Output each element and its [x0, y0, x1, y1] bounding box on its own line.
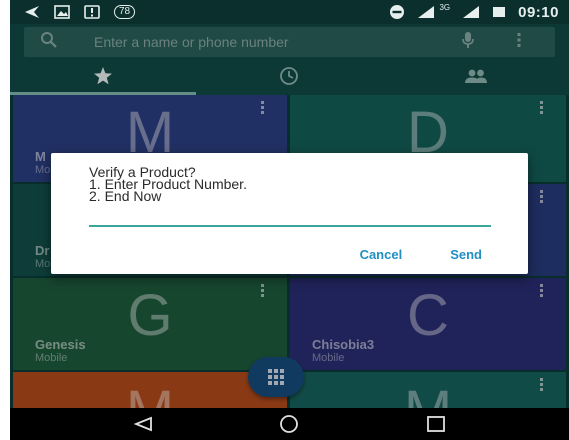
dialog-actions: Cancel Send — [360, 247, 482, 262]
phone-screen: 78 3G 09:10 Enter a name or phone number… — [10, 0, 569, 440]
signal-icon — [462, 5, 480, 19]
do-not-disturb-icon — [389, 4, 405, 20]
status-bar: 78 3G 09:10 — [10, 0, 569, 24]
notification-count-badge: 78 — [114, 5, 136, 19]
home-circle-icon[interactable] — [269, 410, 309, 438]
battery-icon — [492, 6, 506, 18]
alert-icon — [84, 5, 100, 19]
dialog-message: Verify a Product? 1. Enter Product Numbe… — [89, 165, 247, 203]
network-type-label: 3G — [439, 2, 451, 12]
back-arrow-icon — [22, 5, 40, 19]
verify-product-dialog: Verify a Product? 1. Enter Product Numbe… — [51, 153, 528, 274]
signal-icon — [417, 5, 435, 19]
system-nav-bar — [10, 408, 569, 440]
send-button[interactable]: Send — [450, 247, 482, 262]
recents-square-icon[interactable] — [416, 410, 456, 438]
dialog-response-input[interactable] — [89, 209, 491, 227]
status-clock: 09:10 — [518, 3, 559, 21]
image-icon — [54, 5, 70, 19]
back-triangle-icon[interactable] — [123, 410, 163, 438]
cancel-button[interactable]: Cancel — [360, 247, 403, 262]
